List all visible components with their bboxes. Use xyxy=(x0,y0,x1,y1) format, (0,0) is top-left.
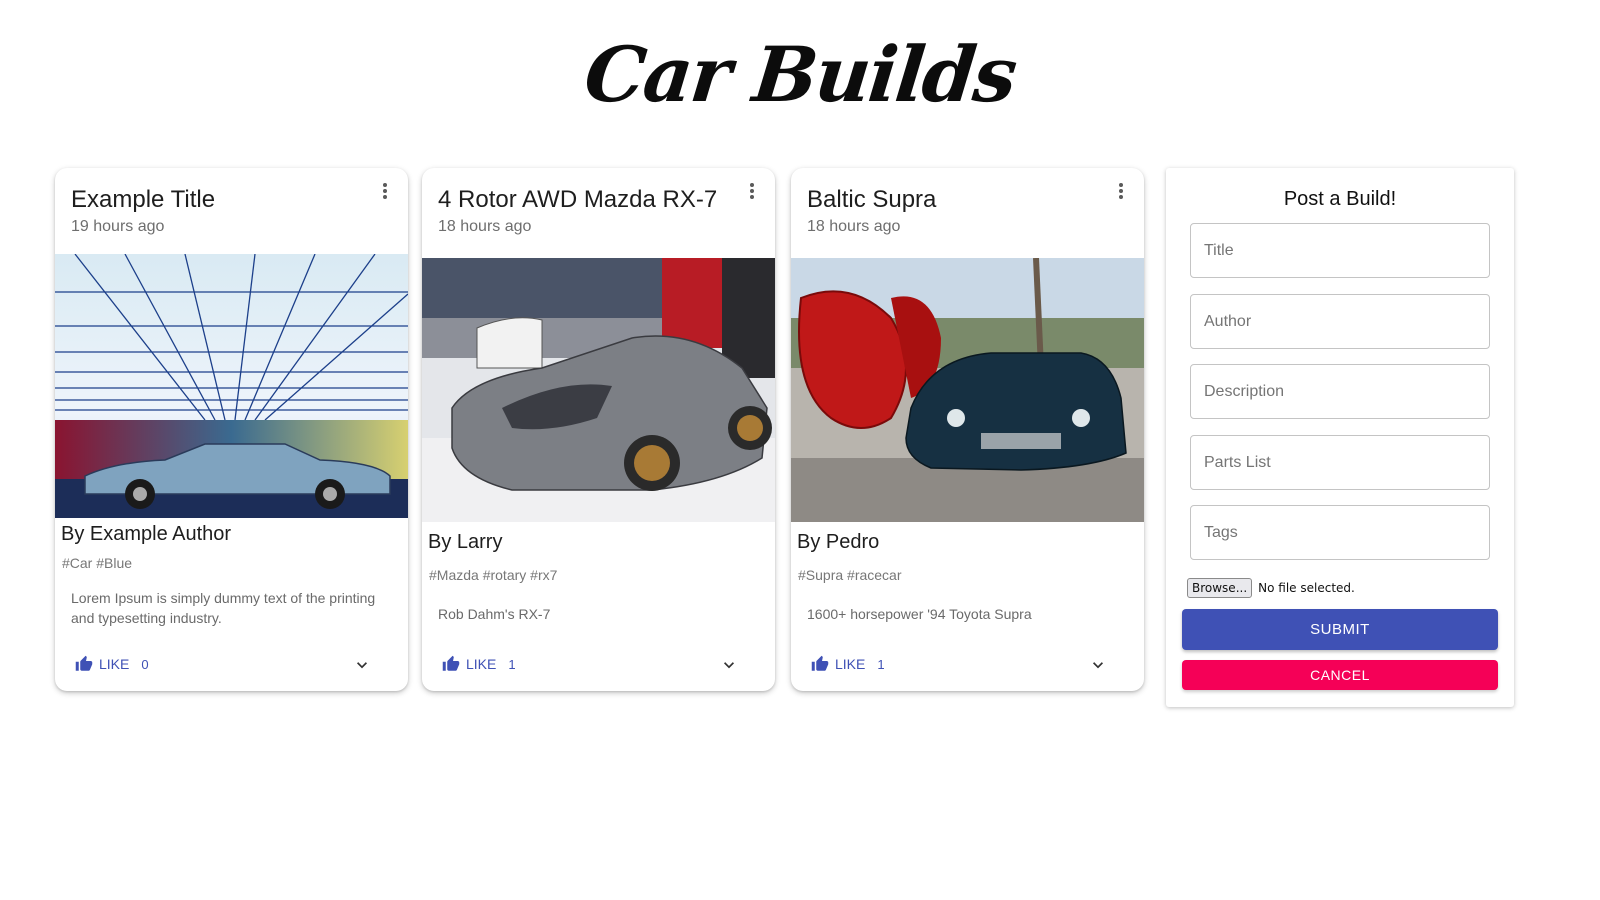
expand-more-icon[interactable] xyxy=(352,655,372,675)
card-description: Rob Dahm's RX-7 xyxy=(438,606,551,622)
thumb-up-icon xyxy=(442,655,460,671)
card-title: 4 Rotor AWD Mazda RX-7 xyxy=(438,186,718,213)
card-timestamp: 18 hours ago xyxy=(807,218,901,235)
card-image xyxy=(791,258,1144,522)
card-author: By Larry xyxy=(428,531,503,553)
thumb-up-icon xyxy=(811,655,829,671)
card-timestamp: 19 hours ago xyxy=(71,218,165,235)
like-button[interactable]: LIKE 0 xyxy=(75,655,149,673)
expand-more-icon[interactable] xyxy=(1088,655,1108,675)
browse-button[interactable]: Browse... xyxy=(1187,578,1253,598)
card-title: Baltic Supra xyxy=(807,186,937,213)
card-description: 1600+ horsepower '94 Toyota Supra xyxy=(807,606,1032,622)
card-image xyxy=(422,258,775,522)
page-title: Car Builds xyxy=(580,30,1020,119)
like-label: LIKE xyxy=(466,656,497,672)
tags-input[interactable] xyxy=(1190,505,1490,560)
parts-list-input[interactable] xyxy=(1190,435,1490,490)
file-status: No file selected. xyxy=(1258,581,1355,595)
like-label: LIKE xyxy=(99,656,130,672)
more-vert-icon[interactable] xyxy=(1112,182,1130,200)
card-author: By Example Author xyxy=(61,523,232,545)
build-card: Example Title 19 hours ago By Example Au… xyxy=(55,168,408,691)
like-button[interactable]: LIKE 1 xyxy=(442,655,516,673)
cancel-button[interactable]: CANCEL xyxy=(1182,660,1498,690)
expand-more-icon[interactable] xyxy=(719,655,739,675)
card-description: Lorem Ipsum is simply dummy text of the … xyxy=(71,590,376,626)
card-tags: #Car #Blue xyxy=(62,555,133,571)
description-input[interactable] xyxy=(1190,364,1490,419)
form-title: Post a Build! xyxy=(1283,188,1397,210)
card-title: Example Title xyxy=(71,186,216,213)
build-card: Baltic Supra 18 hours ago By Pedro #Supr… xyxy=(791,168,1144,691)
submit-button[interactable]: SUBMIT xyxy=(1182,609,1498,650)
card-tags: #Mazda #rotary #rx7 xyxy=(429,567,558,583)
more-vert-icon[interactable] xyxy=(743,182,761,200)
post-build-form: Post a Build! Browse... No file selected… xyxy=(1166,168,1514,707)
card-timestamp: 18 hours ago xyxy=(438,218,532,235)
card-tags: #Supra #racecar xyxy=(798,567,902,583)
build-card: 4 Rotor AWD Mazda RX-7 18 hours ago By L… xyxy=(422,168,775,691)
card-image xyxy=(55,254,408,518)
like-label: LIKE xyxy=(835,656,866,672)
like-count: 0 xyxy=(141,656,149,672)
thumb-up-icon xyxy=(75,655,93,671)
more-vert-icon[interactable] xyxy=(376,182,394,200)
like-count: 1 xyxy=(877,656,885,672)
title-input[interactable] xyxy=(1190,223,1490,278)
like-button[interactable]: LIKE 1 xyxy=(811,655,885,673)
like-count: 1 xyxy=(508,656,516,672)
author-input[interactable] xyxy=(1190,294,1490,349)
file-upload: Browse... No file selected. xyxy=(1187,578,1355,598)
card-author: By Pedro xyxy=(797,531,880,553)
